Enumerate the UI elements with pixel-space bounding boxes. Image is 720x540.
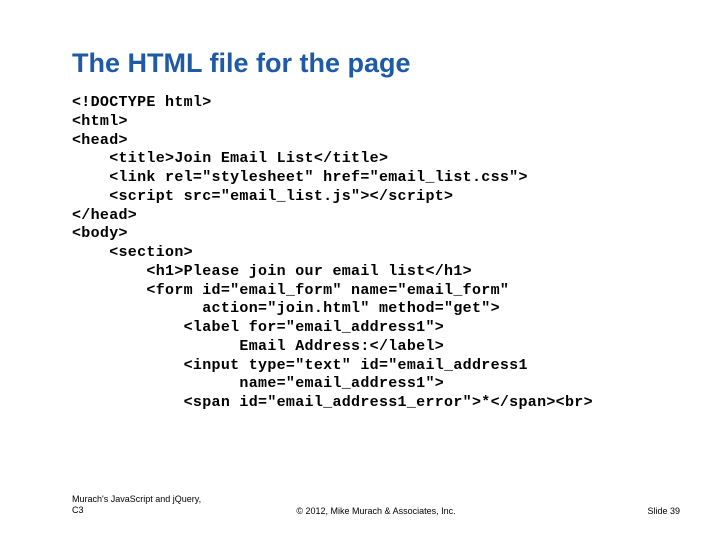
slide-title: The HTML file for the page [72,48,660,79]
code-block: <!DOCTYPE html> <html> <head> <title>Joi… [72,94,660,413]
slide: The HTML file for the page <!DOCTYPE htm… [0,0,720,540]
footer-left-line1: Murach's JavaScript and jQuery, [72,494,201,504]
footer-center: © 2012, Mike Murach & Associates, Inc. [72,506,680,516]
footer-right: Slide 39 [647,506,680,516]
